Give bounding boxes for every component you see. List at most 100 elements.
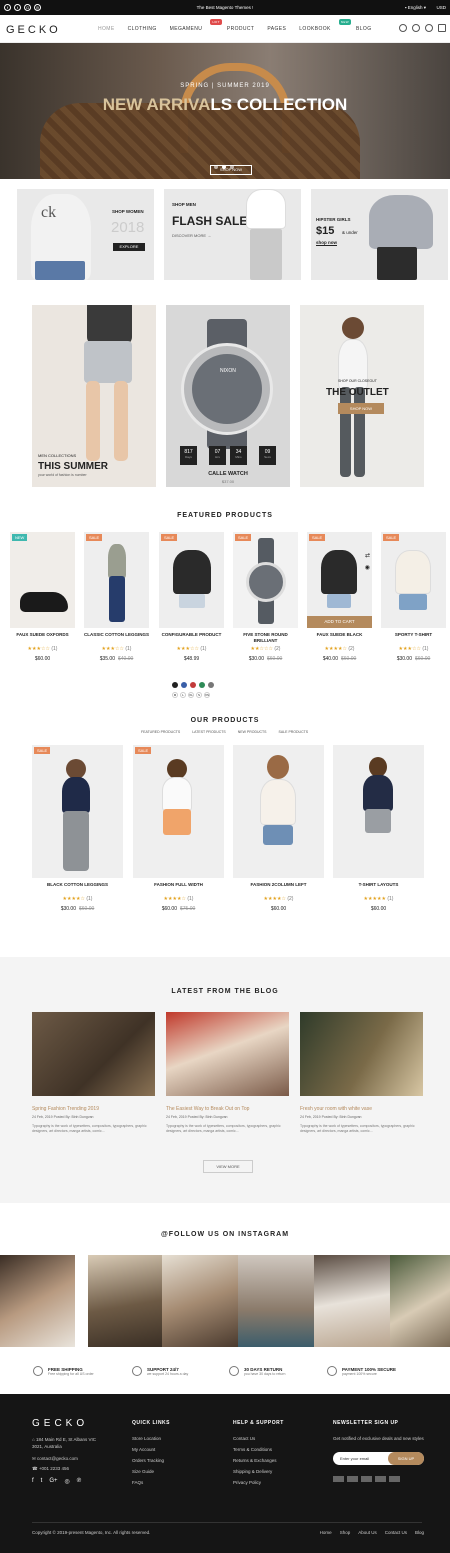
feature-calle-watch[interactable]: NIXON 817 Days 07 Hrs 34 Mins 09 Secs CALLE … (166, 305, 290, 487)
banner-flash-sale[interactable]: SHOP MEN FLASH SALE DISCOVER MORE → (164, 189, 301, 280)
product-image[interactable]: NEW (10, 532, 75, 628)
swatch-red[interactable] (190, 682, 196, 688)
shop-now-link[interactable]: shop now (316, 240, 337, 245)
wishlist-icon[interactable] (425, 24, 433, 32)
product-name[interactable]: FAUX SUEDE OXFORDS (10, 632, 75, 644)
size-option[interactable]: S (196, 692, 202, 698)
product-card[interactable]: SALE CLASSIC COTTON LEGGINGS ★★★☆☆ (1) $… (84, 532, 149, 662)
pinterest-icon[interactable]: ℗ (77, 1478, 81, 1485)
footer-link[interactable]: Store Location (132, 1436, 170, 1441)
tab-latest[interactable]: LATEST PRODUCTS (192, 730, 226, 734)
blog-image[interactable] (300, 1012, 423, 1096)
product-name[interactable]: CONFIGURABLE PRODUCT (159, 632, 224, 644)
product-card[interactable]: FASHION 2COLUMN LEFT ★★★★☆ (2) $60.00 (233, 745, 324, 912)
tab-new[interactable]: NEW PRODUCTS (238, 730, 267, 734)
newsletter-email-input[interactable]: Enter your email SIGN UP (333, 1452, 424, 1465)
feature-this-summer[interactable]: MEN COLLECTIONS THIS SUMMER your world o… (32, 305, 156, 487)
slider-dot[interactable] (230, 165, 234, 169)
product-name[interactable]: SPORTY T-SHIRT (381, 632, 446, 644)
product-card[interactable]: SALE FIVE STONE ROUND BRILLIANT ★★☆☆☆ (2… (233, 532, 298, 662)
add-to-cart-button[interactable]: ADD TO CART (307, 616, 372, 628)
product-image[interactable] (233, 745, 324, 878)
feature-the-outlet[interactable]: SHOP OUR CLOSEOUT THE OUTLET SHOP NOW (300, 305, 424, 487)
instagram-photo[interactable] (390, 1255, 450, 1347)
slider-dot[interactable] (214, 165, 218, 169)
cart-icon[interactable] (438, 24, 446, 32)
product-image[interactable]: SALE (133, 745, 224, 878)
product-card[interactable]: SALE FASHION FULL WIDTH ★★★★☆ (1) $60.00… (133, 745, 224, 912)
footer-link[interactable]: Contact Us (233, 1436, 284, 1441)
discover-more-link[interactable]: DISCOVER MORE → (172, 233, 211, 238)
footer-phone[interactable]: ☎ +001 2233 456 (32, 1466, 69, 1472)
swatch-black[interactable] (172, 682, 178, 688)
nav-product[interactable]: PRODUCT (227, 26, 255, 32)
quickview-icon[interactable]: ◉ (365, 564, 370, 571)
footer-bottom-link[interactable]: About Us (358, 1530, 377, 1535)
search-icon[interactable] (399, 24, 407, 32)
blog-image[interactable] (166, 1012, 289, 1096)
footer-bottom-link[interactable]: Home (320, 1530, 332, 1535)
size-option[interactable]: XL (188, 692, 194, 698)
blog-post[interactable]: Fresh your room with white vase 24 Feb, … (300, 1012, 423, 1134)
swatch-blue[interactable] (181, 682, 187, 688)
footer-link[interactable]: Size Guide (132, 1469, 170, 1474)
product-name[interactable]: T-SHIRT LAYOUTS (333, 882, 424, 894)
instagram-photo[interactable] (162, 1255, 238, 1347)
view-more-button[interactable]: VIEW MORE (203, 1160, 253, 1173)
product-image[interactable]: SALE ⇄ ◉ ADD TO CART (307, 532, 372, 628)
instagram-photo[interactable] (238, 1255, 314, 1347)
size-option[interactable]: XS (204, 692, 210, 698)
signup-button[interactable]: SIGN UP (388, 1452, 424, 1465)
nav-lookbook[interactable]: LOOKBOOKNEW (299, 19, 351, 32)
instagram-photo[interactable] (88, 1255, 162, 1347)
product-name[interactable]: FASHION 2COLUMN LEFT (233, 882, 324, 894)
nav-home[interactable]: HOME (98, 26, 115, 32)
currency-selector[interactable]: USD (436, 5, 446, 10)
blog-image[interactable] (32, 1012, 155, 1096)
banner-hipster-girls[interactable]: HIPSTER GIRLS $15 & under shop now (311, 189, 448, 280)
footer-logo[interactable]: GECKO (32, 1418, 88, 1429)
footer-link[interactable]: Shipping & Delivery (233, 1469, 284, 1474)
size-option[interactable]: M (172, 692, 178, 698)
nav-pages[interactable]: PAGES (267, 26, 286, 32)
blog-post-title[interactable]: Fresh your room with white vase (300, 1106, 423, 1112)
tab-sale[interactable]: SALE PRODUCTS (279, 730, 309, 734)
product-name[interactable]: FIVE STONE ROUND BRILLIANT (233, 632, 298, 644)
footer-link[interactable]: Returns & Exchanges (233, 1458, 284, 1463)
explore-button[interactable]: EXPLORE (113, 243, 145, 251)
footer-bottom-link[interactable]: Blog (415, 1530, 424, 1535)
product-image[interactable]: SALE (32, 745, 123, 878)
swatch-green[interactable] (199, 682, 205, 688)
product-card[interactable]: SALE BLACK COTTON LEGGINGS ★★★★☆ (1) $30… (32, 745, 123, 912)
nav-blog[interactable]: BLOG (356, 26, 372, 32)
blog-post[interactable]: Spring Fashion Trending 2019 24 Feb, 201… (32, 1012, 155, 1134)
product-name[interactable]: FASHION FULL WIDTH (133, 882, 224, 894)
footer-link[interactable]: FAQs (132, 1480, 170, 1485)
product-image[interactable] (333, 745, 424, 878)
footer-email[interactable]: ✉ contact@gecko.com (32, 1456, 78, 1462)
footer-bottom-link[interactable]: Contact Us (385, 1530, 407, 1535)
slider-dot[interactable] (222, 165, 226, 169)
logo[interactable]: GECKO (6, 24, 61, 36)
language-selector[interactable]: ▪ English ▾ (405, 5, 426, 11)
blog-post[interactable]: The Easiest Way to Break Out on Top 24 F… (166, 1012, 289, 1134)
footer-link[interactable]: My Account (132, 1447, 170, 1452)
account-icon[interactable] (412, 24, 420, 32)
banner-shop-women[interactable]: ck SHOP WOMEN 2018 EXPLORE (17, 189, 154, 280)
compare-icon[interactable]: ⇄ (365, 552, 370, 559)
footer-bottom-link[interactable]: Shop (340, 1530, 351, 1535)
blog-post-title[interactable]: Spring Fashion Trending 2019 (32, 1106, 155, 1112)
facebook-icon[interactable]: f (32, 1478, 34, 1485)
product-image[interactable]: SALE (159, 532, 224, 628)
footer-link[interactable]: Terms & Conditions (233, 1447, 284, 1452)
product-card[interactable]: SALE SPORTY T-SHIRT ★★★☆☆ (1) $30.00 $60.… (381, 532, 446, 662)
product-card[interactable]: SALE ⇄ ◉ ADD TO CART FAUX SUEDE BLACK ★★… (307, 532, 372, 662)
product-name[interactable]: CLASSIC COTTON LEGGINGS (84, 632, 149, 644)
instagram-photo[interactable] (0, 1255, 75, 1347)
product-image[interactable]: SALE (233, 532, 298, 628)
swatch-grey[interactable] (208, 682, 214, 688)
footer-link[interactable]: Orders Tracking (132, 1458, 170, 1463)
product-card[interactable]: T-SHIRT LAYOUTS ★★★★★ (1) $60.00 (333, 745, 424, 912)
twitter-icon[interactable]: t (41, 1478, 43, 1485)
product-image[interactable]: SALE (84, 532, 149, 628)
